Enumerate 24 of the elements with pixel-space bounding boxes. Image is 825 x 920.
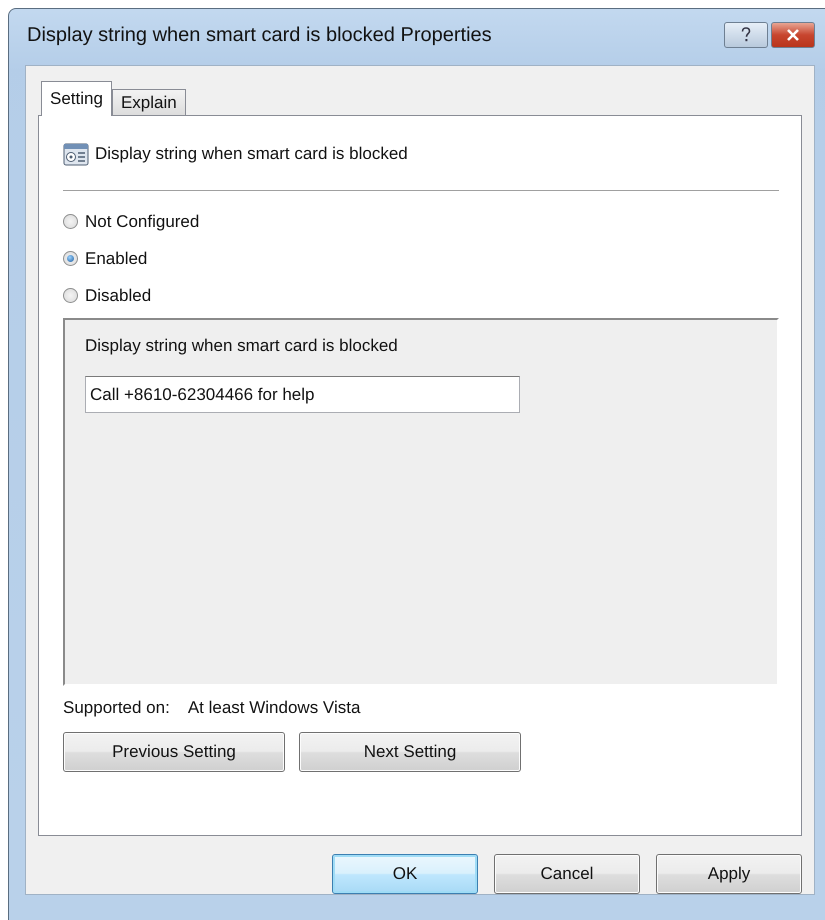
- close-button[interactable]: [771, 22, 815, 48]
- next-setting-button[interactable]: Next Setting: [299, 732, 521, 772]
- question-mark-icon: [741, 27, 751, 43]
- cancel-button[interactable]: Cancel: [494, 854, 640, 894]
- radio-label[interactable]: Not Configured: [85, 212, 200, 232]
- policy-name: Display string when smart card is blocked: [95, 144, 408, 164]
- radio-button[interactable]: [63, 288, 78, 303]
- apply-button[interactable]: Apply: [656, 854, 802, 894]
- help-button[interactable]: [724, 22, 768, 48]
- tab[interactable]: Setting: [41, 81, 112, 116]
- previous-setting-button[interactable]: Previous Setting: [63, 732, 285, 772]
- close-icon: [786, 29, 800, 41]
- radio-button[interactable]: [63, 214, 78, 229]
- supported-value: At least Windows Vista: [188, 698, 360, 718]
- tab[interactable]: Explain: [112, 89, 186, 115]
- radio-label[interactable]: Disabled: [85, 286, 152, 306]
- input-field[interactable]: Call +8610-62304466 for help: [85, 376, 520, 413]
- radio-label[interactable]: Enabled: [85, 248, 148, 268]
- supported-label: Supported on:: [63, 698, 170, 718]
- window-title: Display string when smart card is blocked Properties: [27, 24, 493, 46]
- ok-button[interactable]: OK: [332, 854, 478, 894]
- radio-button[interactable]: [63, 251, 78, 266]
- option-label: Display string when smart card is blocked: [85, 336, 399, 356]
- policy-setting-icon: [63, 141, 89, 167]
